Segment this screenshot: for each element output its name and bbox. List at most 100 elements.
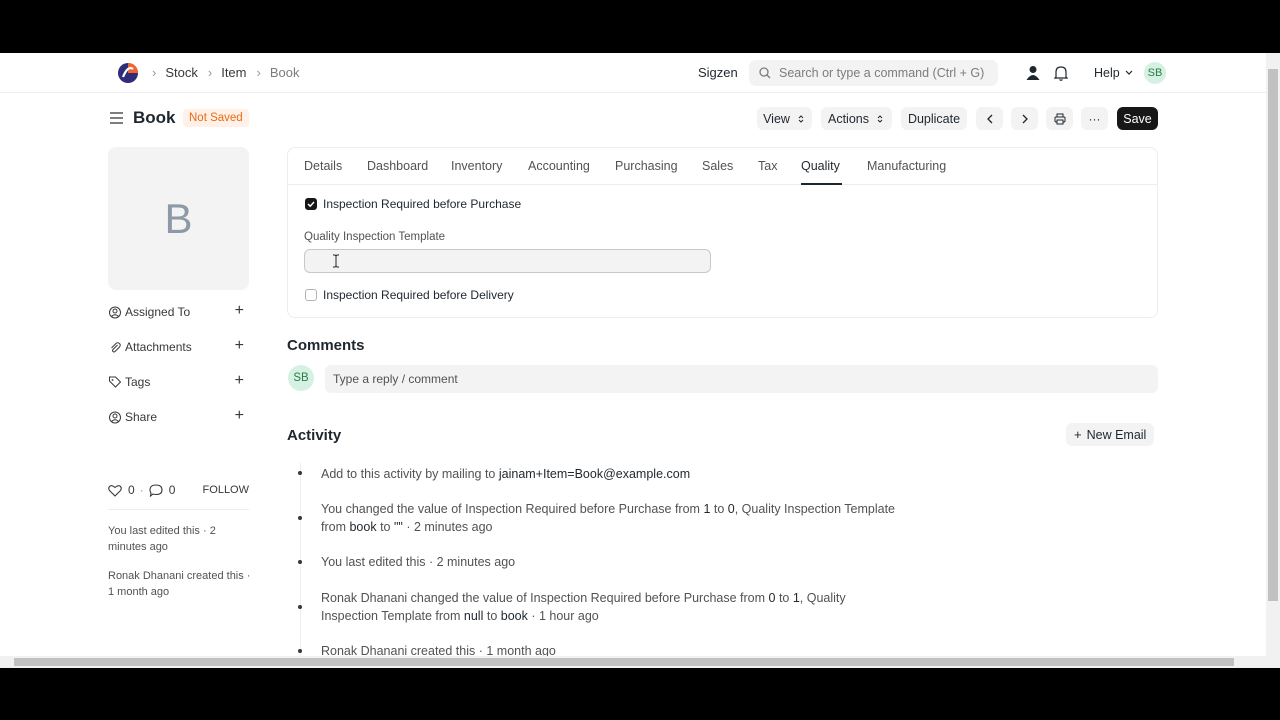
inspection-purchase-checkbox[interactable] <box>305 198 317 210</box>
status-badge: Not Saved <box>183 109 249 127</box>
item-image-placeholder[interactable]: B <box>108 147 249 290</box>
sidebar-item-attachments[interactable]: Attachments + <box>108 338 248 356</box>
search-placeholder: Search or type a command (Ctrl + G) <box>779 66 985 80</box>
chevron-right-icon: › <box>152 65 157 80</box>
new-email-button[interactable]: + New Email <box>1066 423 1155 446</box>
entry-value: 1 <box>792 591 800 605</box>
breadcrumb-item[interactable]: Item <box>221 65 246 80</box>
comment-user-avatar: SB <box>288 365 314 391</box>
tab-details[interactable]: Details <box>304 159 342 173</box>
share-user-icon <box>109 411 121 423</box>
previous-record-button[interactable] <box>976 107 1003 130</box>
entry-value: 0 <box>727 502 735 516</box>
print-button[interactable] <box>1046 107 1073 130</box>
timeline-dot <box>298 649 302 653</box>
tab-accounting[interactable]: Accounting <box>528 159 590 173</box>
breadcrumb-stock[interactable]: Stock <box>165 65 198 80</box>
timeline-dot <box>298 516 302 520</box>
sidebar-item-label: Share <box>125 410 158 424</box>
checkmark-icon <box>307 201 315 208</box>
select-arrows-icon <box>798 114 804 123</box>
entry-time: · 1 hour ago <box>527 609 599 623</box>
search-input[interactable]: Search or type a command (Ctrl + G) <box>749 60 998 86</box>
tag-icon <box>109 376 122 388</box>
ellipsis-icon: ··· <box>1088 111 1101 126</box>
actions-button[interactable]: Actions <box>821 107 892 130</box>
view-button[interactable]: View <box>757 107 812 130</box>
duplicate-button[interactable]: Duplicate <box>901 107 967 130</box>
chevron-right-icon: › <box>256 65 261 80</box>
paperclip-icon <box>111 341 121 352</box>
sidebar-item-share[interactable]: Share + <box>108 408 248 426</box>
next-record-button[interactable] <box>1011 107 1038 130</box>
vertical-scrollbar-thumb[interactable] <box>1268 69 1278 601</box>
inspection-delivery-checkbox[interactable] <box>305 289 317 301</box>
select-arrows-icon <box>877 114 883 123</box>
horizontal-scrollbar-thumb[interactable] <box>14 658 1234 666</box>
new-email-label: New Email <box>1086 427 1147 442</box>
tab-tax[interactable]: Tax <box>758 159 777 173</box>
user-icon[interactable] <box>1026 65 1040 81</box>
activity-mail-entry: Add to this activity by mailing to jaina… <box>321 465 901 483</box>
add-icon[interactable]: + <box>235 338 244 354</box>
tab-purchasing[interactable]: Purchasing <box>615 159 678 173</box>
entry-value: book <box>349 520 377 534</box>
entry-value: null <box>463 609 484 623</box>
app-viewport: › Stock › Item › Book Sigzen Search or t… <box>0 53 1280 668</box>
chevron-left-icon <box>986 114 992 123</box>
activity-entry-1: You changed the value of Inspection Requ… <box>321 500 901 536</box>
created-text: Ronak Dhanani created this · 1 month ago <box>108 570 251 598</box>
more-menu-button[interactable]: ··· <box>1081 107 1108 130</box>
divider <box>108 509 249 510</box>
form-card: Details Dashboard Inventory Accounting P… <box>287 147 1158 318</box>
user-avatar[interactable]: SB <box>1144 62 1166 84</box>
separator-dot: · <box>139 483 144 497</box>
entry-time: · 2 minutes ago <box>402 520 493 534</box>
printer-icon <box>1054 113 1065 124</box>
active-tab-indicator <box>801 183 842 185</box>
sidebar-toggle-icon[interactable] <box>110 112 123 124</box>
follow-button[interactable]: FOLLOW <box>203 484 249 496</box>
sidebar-item-assigned-to[interactable]: Assigned To + <box>108 303 248 321</box>
sidebar-item-label: Assigned To <box>125 305 191 319</box>
text-cursor-icon <box>333 254 339 268</box>
heart-icon[interactable] <box>108 484 122 497</box>
help-menu[interactable]: Help <box>1094 66 1134 80</box>
sidebar-stats: 0 · 0 FOLLOW <box>108 483 249 497</box>
navbar: › Stock › Item › Book Sigzen Search or t… <box>0 53 1266 93</box>
entry-value: book <box>500 609 528 623</box>
entry-text: to <box>483 609 501 623</box>
tab-inventory[interactable]: Inventory <box>451 159 502 173</box>
app-logo-icon[interactable] <box>117 62 139 84</box>
timeline-line <box>300 463 301 668</box>
sidebar-item-tags[interactable]: Tags + <box>108 373 248 391</box>
inspection-purchase-label[interactable]: Inspection Required before Purchase <box>323 197 521 211</box>
tab-dashboard[interactable]: Dashboard <box>367 159 428 173</box>
mail-address-link[interactable]: jainam+Item=Book@example.com <box>499 467 690 481</box>
breadcrumb: › Stock › Item › Book <box>152 65 299 80</box>
notification-bell-icon[interactable] <box>1054 65 1068 81</box>
comment-icon[interactable] <box>149 483 163 497</box>
save-button[interactable]: Save <box>1117 107 1158 130</box>
tab-quality[interactable]: Quality <box>801 159 840 173</box>
entry-text: to <box>710 502 728 516</box>
company-name[interactable]: Sigzen <box>698 65 738 80</box>
comment-input[interactable]: Type a reply / comment <box>325 365 1158 393</box>
inspection-delivery-label[interactable]: Inspection Required before Delivery <box>323 288 514 302</box>
add-icon[interactable]: + <box>235 408 244 424</box>
sidebar-item-label: Tags <box>125 375 151 389</box>
help-label: Help <box>1094 66 1120 80</box>
last-edited-text: You last edited this · 2 minutes ago <box>108 525 216 553</box>
add-icon[interactable]: + <box>235 373 244 389</box>
quality-inspection-template-input[interactable] <box>304 249 711 273</box>
breadcrumb-current[interactable]: Book <box>270 65 300 80</box>
plus-icon: + <box>1074 427 1082 442</box>
entry-text: to <box>775 591 793 605</box>
assign-user-icon <box>109 306 121 318</box>
timeline-dot <box>298 471 302 475</box>
template-field-label: Quality Inspection Template <box>304 231 446 243</box>
mail-prefix: Add to this activity by mailing to <box>321 467 499 481</box>
tab-manufacturing[interactable]: Manufacturing <box>867 159 946 173</box>
tab-sales[interactable]: Sales <box>702 159 733 173</box>
add-icon[interactable]: + <box>235 303 244 319</box>
